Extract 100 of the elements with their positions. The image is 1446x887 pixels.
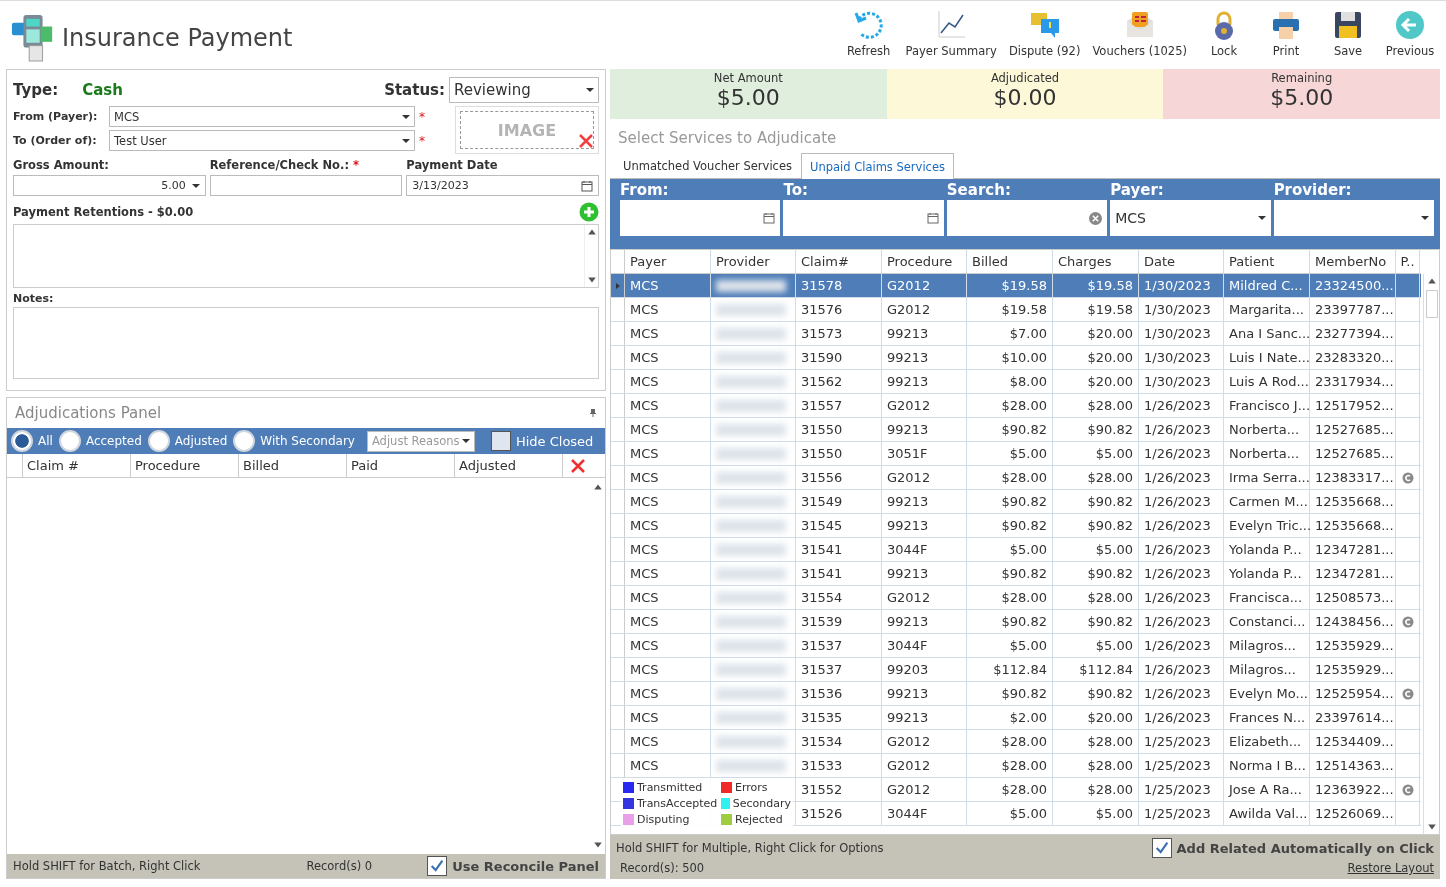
save-icon[interactable] <box>1332 9 1364 41</box>
table-row[interactable]: MCS 31539 99213 $90.82 $90.82 1/26/2023 Constanci... 12438456... <box>611 610 1421 634</box>
summary-tile: Remaining $5.00 <box>1163 69 1440 119</box>
gross-amount-field[interactable]: 5.00 <box>13 175 206 196</box>
table-row[interactable]: MCS 31562 99213 $8.00 $20.00 1/30/2023 Luis A Rod... 23317934... <box>611 370 1421 394</box>
table-row[interactable]: MCS 31541 3044F $5.00 $5.00 1/26/2023 Yolanda P... 12347281... <box>611 538 1421 562</box>
column-header[interactable]: P.. <box>1396 250 1420 273</box>
close-icon[interactable] <box>578 133 594 149</box>
tab[interactable]: Unpaid Claims Services <box>800 153 954 179</box>
radio-label[interactable]: Accepted <box>85 434 142 448</box>
payment-date-field[interactable]: 3/13/2023 <box>406 175 599 196</box>
reference-label: Reference/Check No.: * <box>209 158 360 172</box>
column-header[interactable]: Claim # <box>23 454 131 477</box>
column-header[interactable]: Procedure <box>131 454 239 477</box>
order-dropdown[interactable]: Test User <box>109 130 415 151</box>
tab[interactable]: Unmatched Voucher Services <box>614 153 801 178</box>
table-row[interactable]: MCS 31537 3044F $5.00 $5.00 1/26/2023 Milagros... 12535929... <box>611 634 1421 658</box>
status-hint: Hold SHIFT for Batch, Right Click <box>13 859 201 873</box>
scroll-up-icon[interactable] <box>593 482 603 492</box>
table-cell: 3051F <box>882 442 967 465</box>
toolbar-button[interactable]: Refresh <box>838 7 899 69</box>
filter-label: From: <box>620 181 670 199</box>
toolbar-button[interactable]: Payer Summary <box>900 7 1002 69</box>
radio-button[interactable] <box>58 430 81 452</box>
table-row[interactable]: MCS 31590 99213 $10.00 $20.00 1/30/2023 Luis I Nate... 23283320... <box>611 346 1421 370</box>
toolbar-button[interactable]: Print <box>1256 7 1316 69</box>
column-header[interactable]: Charges <box>1053 250 1139 273</box>
table-row[interactable]: MCS 31534 G2012 $28.00 $28.00 1/25/2023 Elizabeth... 12534409... <box>611 730 1421 754</box>
scroll-down-icon[interactable] <box>593 840 603 850</box>
column-header[interactable]: Adjusted <box>455 454 563 477</box>
payer-dropdown[interactable]: MCS <box>109 106 415 127</box>
toolbar-button[interactable]: Dispute (92) <box>1003 7 1086 69</box>
table-row[interactable]: MCS 31550 99213 $90.82 $90.82 1/26/2023 Norberta... 12527685... <box>611 418 1421 442</box>
reference-field[interactable] <box>209 175 403 196</box>
pin-icon[interactable] <box>589 408 597 418</box>
close-icon[interactable] <box>570 457 586 474</box>
column-header[interactable]: Billed <box>967 250 1053 273</box>
column-header[interactable]: Billed <box>239 454 347 477</box>
restore-layout-link[interactable]: Restore Layout <box>1347 861 1434 875</box>
table-row[interactable]: MCS 31550 3051F $5.00 $5.00 1/26/2023 Norberta... 12527685... <box>611 442 1421 466</box>
table-cell: Frances N... <box>1224 706 1310 729</box>
column-header[interactable]: Patient <box>1224 250 1310 273</box>
column-header[interactable]: Provider <box>711 250 796 273</box>
table-row[interactable]: MCS 31556 G2012 $28.00 $28.00 1/26/2023 Irma Serra... 12383317... <box>611 466 1421 490</box>
search-field[interactable] <box>946 200 1108 236</box>
radio-button[interactable] <box>11 430 33 452</box>
scroll-up-icon[interactable] <box>1426 276 1437 286</box>
table-row[interactable]: MCS 31545 99213 $90.82 $90.82 1/26/2023 Evelyn Tric... 12535668... <box>611 514 1421 538</box>
toolbar-button[interactable]: Lock <box>1194 7 1254 69</box>
clear-icon[interactable] <box>1089 211 1103 225</box>
redacted-text <box>716 639 786 652</box>
column-header[interactable]: Payer <box>625 250 711 273</box>
column-header[interactable]: Claim# <box>796 250 882 273</box>
toolbar-button[interactable]: Previous <box>1380 7 1440 69</box>
filter-label: Provider: <box>1273 181 1353 199</box>
table-row[interactable]: MCS 31536 99213 $90.82 $90.82 1/26/2023 Evelyn Mo... 12525954... <box>611 682 1421 706</box>
column-header[interactable]: Paid <box>347 454 455 477</box>
table-row[interactable]: MCS 31573 99213 $7.00 $20.00 1/30/2023 Ana I Sanc... 23277394... <box>611 322 1421 346</box>
radio-label[interactable]: With Secondary <box>260 434 355 448</box>
column-header[interactable]: Date <box>1139 250 1224 273</box>
auto-add-checkbox[interactable]: Add Related Automatically on Click <box>1151 838 1434 858</box>
table-cell: MCS <box>625 538 711 561</box>
table-cell: Mildred C... <box>1224 274 1310 297</box>
notes-field[interactable] <box>13 307 599 379</box>
scroll-up-icon[interactable] <box>586 227 597 237</box>
radio-label[interactable]: Adjusted <box>174 434 228 448</box>
add-icon[interactable] <box>579 202 599 222</box>
toolbar-button[interactable]: Save <box>1318 7 1378 69</box>
table-row[interactable]: MCS 31537 99203 $112.84 $112.84 1/26/2023 Milagros... 12535929... <box>611 658 1421 682</box>
column-header[interactable]: MemberNo <box>1310 250 1396 273</box>
table-row[interactable]: MCS 31578 G2012 $19.58 $19.58 1/30/2023 Mildred C... 23324500... <box>611 274 1421 298</box>
table-cell: Carmen M... <box>1224 490 1310 513</box>
table-row[interactable]: MCS 31576 G2012 $19.58 $19.58 1/30/2023 Margarita... 23397787... <box>611 298 1421 322</box>
redacted-text <box>716 399 786 412</box>
date-field[interactable] <box>620 200 781 236</box>
radio-button[interactable] <box>233 430 256 452</box>
table-row[interactable]: MCS 31557 G2012 $28.00 $28.00 1/26/2023 Francisco J... 12517952... <box>611 394 1421 418</box>
hide-closed-checkbox[interactable]: Hide Closed <box>490 431 594 451</box>
radio-label[interactable]: All <box>38 434 53 448</box>
calendar-icon[interactable] <box>763 212 776 224</box>
calendar-icon[interactable] <box>926 212 939 224</box>
toolbar-button[interactable]: Vouchers (1025) <box>1087 7 1192 69</box>
table-cell: MCS <box>625 490 711 513</box>
radio-button[interactable] <box>147 430 170 452</box>
table-row[interactable]: MCS 31541 99213 $90.82 $90.82 1/26/2023 Yolanda P... 12347281... <box>611 562 1421 586</box>
table-row[interactable]: MCS 31533 G2012 $28.00 $28.00 1/25/2023 Norma I B... 12514363... <box>611 754 1421 778</box>
table-row[interactable]: MCS 31554 G2012 $28.00 $28.00 1/26/2023 Francisca... 12508573... <box>611 586 1421 610</box>
date-field[interactable] <box>783 200 944 236</box>
column-header[interactable]: Procedure <box>882 250 967 273</box>
reconcile-checkbox[interactable]: Use Reconcile Panel <box>427 856 599 876</box>
scroll-thumb[interactable] <box>1425 290 1438 318</box>
calendar-icon[interactable] <box>581 179 593 192</box>
table-row[interactable]: MCS 31549 99213 $90.82 $90.82 1/26/2023 Carmen M... 12535668... <box>611 490 1421 514</box>
filter-dropdown[interactable]: MCS <box>1110 200 1271 236</box>
scroll-down-icon[interactable] <box>586 275 597 285</box>
scroll-down-icon[interactable] <box>1426 822 1437 832</box>
table-cell: 31573 <box>796 322 882 345</box>
table-cell: MCS <box>625 682 711 705</box>
table-row[interactable]: MCS 31535 99213 $2.00 $20.00 1/26/2023 Frances N... 23397614... <box>611 706 1421 730</box>
status-dropdown[interactable]: Reviewing <box>449 77 599 103</box>
